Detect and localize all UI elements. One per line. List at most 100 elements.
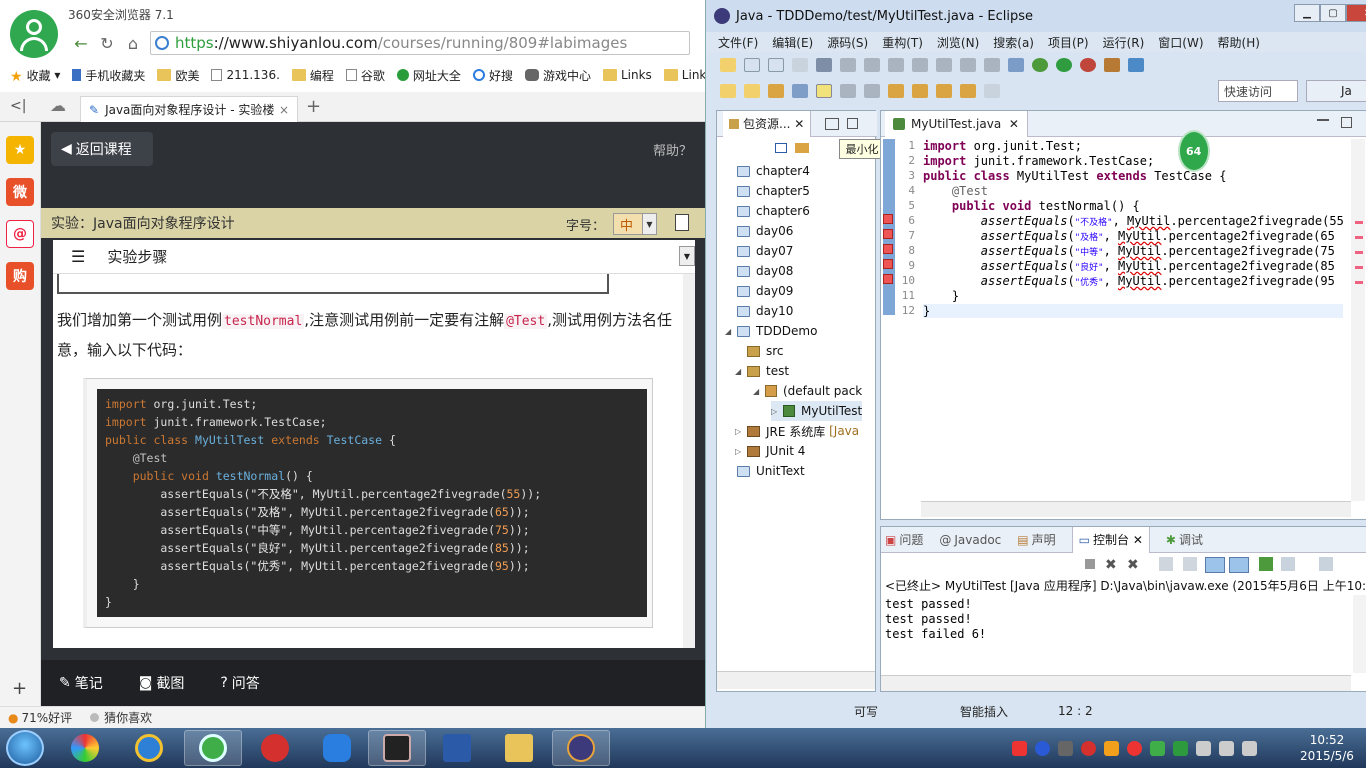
view-minimize-icon[interactable] [825, 117, 840, 130]
refresh-icon[interactable]: ↻ [94, 31, 120, 55]
steps-bar[interactable]: ☰ 实验步骤 [53, 240, 695, 274]
menu-edit[interactable]: 编辑(E) [772, 34, 813, 51]
tree-item-day06[interactable]: day06 [737, 221, 793, 241]
taskbar-pinwheel-icon[interactable] [56, 730, 114, 766]
show-stderr-icon[interactable] [1229, 557, 1249, 573]
error-marker-icon[interactable] [883, 214, 893, 224]
remove-launch-icon[interactable]: ✖ [1105, 557, 1117, 573]
tab-problems[interactable]: ▣ 问题 [885, 531, 923, 548]
save-all-icon[interactable] [768, 58, 784, 72]
bookmark-favorites[interactable]: ★ 收藏 ▾ [10, 67, 60, 85]
skip-icon[interactable] [816, 58, 832, 72]
perspective-switcher[interactable]: Ja [1306, 80, 1366, 102]
taskbar-netease-music-icon[interactable] [246, 730, 304, 766]
tree-item-test[interactable]: ◢ test [735, 361, 789, 381]
favorites-star-icon[interactable]: ★ [6, 136, 34, 164]
save-icon[interactable] [744, 58, 760, 72]
new-tab-icon[interactable]: + [306, 96, 321, 117]
resume-icon[interactable] [840, 58, 856, 72]
terminate-console-icon[interactable] [1085, 559, 1095, 569]
menu-run[interactable]: 运行(R) [1103, 34, 1145, 51]
overview-error-mark[interactable] [1355, 251, 1363, 254]
forward-icon[interactable] [984, 84, 1000, 98]
quick-access-input[interactable]: 快速访问 [1218, 80, 1298, 102]
bookmark-link[interactable]: Link [663, 68, 705, 82]
tree-item-chapter4[interactable]: chapter4 [737, 161, 810, 181]
system-clock[interactable]: 10:52 2015/5/6 [1296, 732, 1358, 764]
address-bar[interactable]: https://www.shiyanlou.com/courses/runnin… [150, 31, 690, 55]
tray-qq-icon[interactable] [1104, 740, 1119, 756]
back-icon[interactable] [960, 84, 976, 98]
show-whitespace-icon[interactable] [864, 84, 880, 98]
error-marker-icon[interactable] [883, 259, 893, 269]
overview-error-mark[interactable] [1355, 281, 1363, 284]
search-tool-icon[interactable] [768, 84, 784, 98]
new-java-class-icon[interactable] [1128, 58, 1144, 72]
tree-item-src[interactable]: src [747, 341, 784, 361]
tray-s-icon[interactable] [1012, 740, 1027, 756]
help-link[interactable]: 帮助？ [653, 140, 692, 159]
terminate-icon[interactable] [888, 58, 904, 72]
tray-flag-icon[interactable] [1058, 740, 1073, 756]
error-marker-icon[interactable] [883, 274, 893, 284]
taskbar-360-browser-icon[interactable] [184, 730, 242, 766]
close-icon[interactable]: ✕ [794, 117, 804, 131]
guess-link[interactable]: 猜你喜欢 [104, 709, 152, 726]
minimize-icon[interactable]: ▁ [1294, 4, 1320, 22]
steps-dropdown-icon[interactable]: ▼ [679, 246, 695, 266]
editor-horizontal-scrollbar[interactable] [921, 501, 1351, 517]
bookmark-ip[interactable]: 211.136. [211, 68, 280, 82]
console-output[interactable]: test passed! test passed! test failed 6! [885, 597, 986, 642]
step-over-icon[interactable] [960, 58, 976, 72]
back-to-course-button[interactable]: ◀ 返回课程 [51, 132, 153, 166]
close-icon[interactable]: ✕ [1133, 533, 1143, 547]
editor-vertical-scrollbar[interactable] [1351, 139, 1365, 501]
collapse-all-icon[interactable] [775, 143, 787, 153]
content-scrollbar[interactable] [683, 274, 695, 648]
close-icon[interactable]: ✕ [1009, 117, 1019, 131]
tree-item-default-package[interactable]: ◢ (default pack [753, 381, 862, 401]
start-button-icon[interactable] [6, 730, 44, 766]
step-return-icon[interactable] [984, 58, 1000, 72]
tray-device-icon[interactable] [1196, 740, 1211, 756]
use-step-filters-icon[interactable] [1008, 58, 1024, 72]
rating-text[interactable]: 71%好评 [21, 709, 72, 726]
document-icon[interactable] [675, 214, 689, 231]
tray-network-icon[interactable] [1242, 740, 1257, 756]
view-maximize-icon[interactable] [847, 118, 859, 129]
tab-active[interactable]: ✎ Java面向对象程序设计 - 实验楼 × [80, 96, 298, 122]
code-block[interactable]: import org.junit.Test; import junit.fram… [97, 389, 647, 617]
maximize-icon[interactable]: ▢ [1320, 4, 1346, 22]
previous-annotation-icon[interactable] [912, 84, 928, 98]
last-edit-icon[interactable] [936, 84, 952, 98]
remove-all-icon[interactable]: ✖ [1127, 557, 1139, 573]
tab-package-explorer[interactable]: 包资源... ✕ [723, 110, 812, 137]
link-editor-icon[interactable] [795, 143, 809, 153]
collapsed-arrow-icon[interactable]: ▷ [735, 427, 745, 436]
taskbar-eclipse-icon[interactable] [552, 730, 610, 766]
coverage-badge[interactable]: 64 [1178, 130, 1210, 172]
menu-file[interactable]: 文件(F) [718, 34, 758, 51]
tree-item-tdddemo[interactable]: ◢ TDDDemo [725, 321, 817, 341]
bookmark-google[interactable]: 谷歌 [345, 67, 385, 84]
tab-myutiltest-java[interactable]: MyUtilTest.java ✕ [885, 111, 1028, 137]
bookmark-oumei[interactable]: 欧美 [157, 67, 199, 84]
expanded-arrow-icon[interactable]: ◢ [735, 367, 745, 376]
taskbar-explorer-icon[interactable] [490, 730, 548, 766]
display-console-icon[interactable] [1281, 557, 1295, 571]
tree-item-day09[interactable]: day09 [737, 281, 793, 301]
screenshot-button[interactable]: ◙ 截图 [139, 673, 185, 693]
menu-refactor[interactable]: 重构(T) [882, 34, 923, 51]
bookmark-sites[interactable]: 网址大全 [396, 67, 461, 84]
tree-item-day10[interactable]: day10 [737, 301, 793, 321]
code-editor[interactable]: 1 import org.junit.Test; 2 import junit.fr… [881, 139, 1351, 495]
block-selection-icon[interactable] [840, 84, 856, 98]
browser-logo-icon[interactable] [10, 10, 58, 58]
console-horizontal-scrollbar[interactable] [881, 675, 1351, 691]
back-arrow-icon[interactable]: ← [68, 31, 94, 55]
mark-occurrences-icon[interactable] [816, 84, 832, 98]
taskbar-notes-icon[interactable] [308, 730, 366, 766]
taskbar-app-icon[interactable] [368, 730, 426, 766]
run-icon[interactable] [1056, 58, 1072, 72]
error-marker-icon[interactable] [883, 229, 893, 239]
